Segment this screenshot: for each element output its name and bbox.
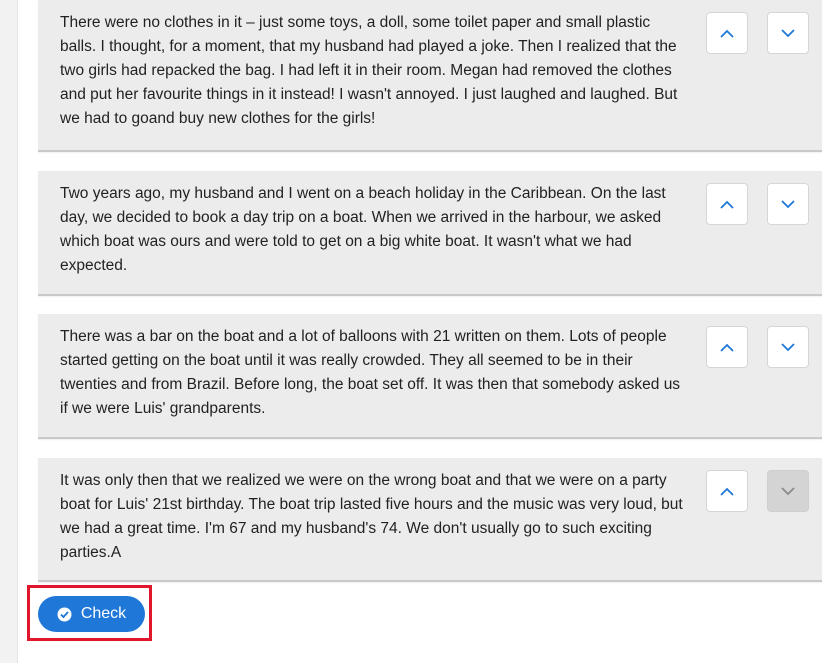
move-up-button-4[interactable] — [706, 470, 748, 512]
paragraph-card-1: There were no clothes in it – just some … — [38, 0, 822, 152]
move-up-button-1[interactable] — [706, 12, 748, 54]
chevron-up-icon — [720, 200, 734, 209]
paragraph-card-3: There was a bar on the boat and a lot of… — [38, 314, 822, 439]
paragraph-text-1: There were no clothes in it – just some … — [60, 14, 678, 127]
chevron-down-icon — [781, 199, 795, 209]
paragraph-text-3: There was a bar on the boat and a lot of… — [60, 328, 681, 417]
chevron-down-icon — [781, 486, 795, 496]
check-circle-icon — [57, 607, 72, 622]
check-button[interactable]: Check — [38, 596, 145, 632]
chevron-up-icon — [720, 29, 734, 38]
paragraph-card-4: It was only then that we realized we wer… — [38, 458, 822, 582]
chevron-up-icon — [720, 487, 734, 496]
move-up-button-2[interactable] — [706, 183, 748, 225]
chevron-up-icon — [720, 343, 734, 352]
paragraph-text-2: Two years ago, my husband and I went on … — [60, 185, 666, 274]
paragraph-text-4: It was only then that we realized we wer… — [60, 472, 683, 561]
chevron-down-icon — [781, 342, 795, 352]
chevron-down-icon — [781, 28, 795, 38]
check-button-label: Check — [80, 605, 127, 622]
move-up-button-3[interactable] — [706, 326, 748, 368]
move-down-button-2[interactable] — [767, 183, 809, 225]
move-down-button-1[interactable] — [767, 12, 809, 54]
move-down-button-3[interactable] — [767, 326, 809, 368]
left-scroll-rail — [0, 0, 18, 663]
paragraph-card-2: Two years ago, my husband and I went on … — [38, 171, 822, 296]
exercise-page: There were no clothes in it – just some … — [0, 0, 838, 663]
move-down-button-4 — [767, 470, 809, 512]
